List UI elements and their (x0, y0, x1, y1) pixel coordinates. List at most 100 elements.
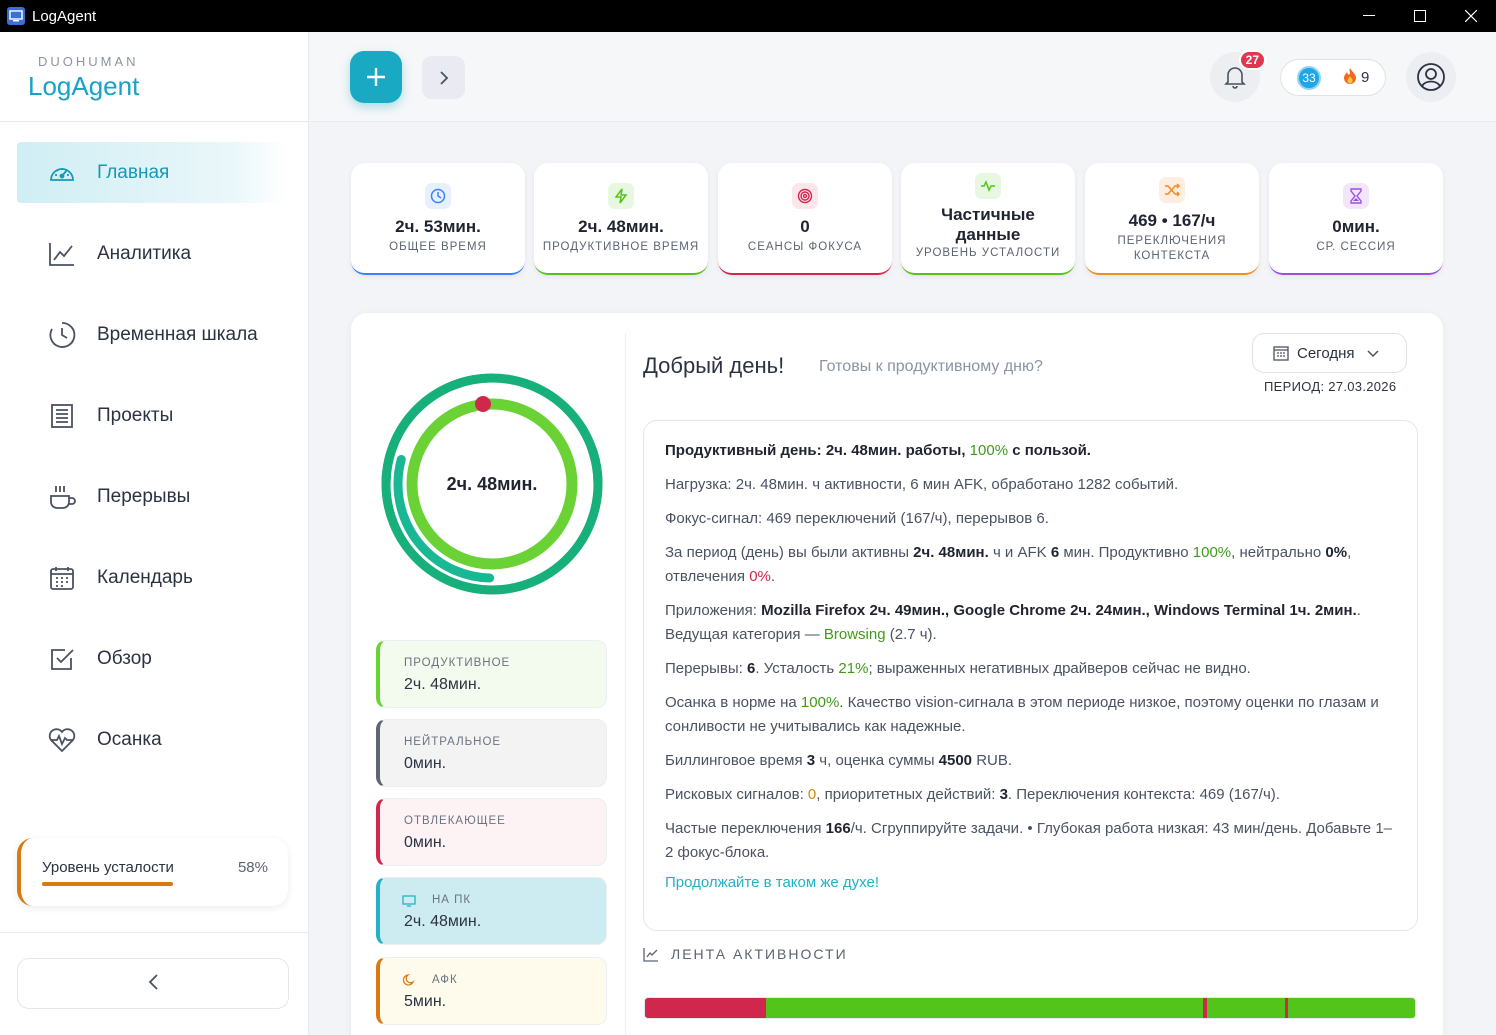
hourglass-icon (1343, 183, 1369, 209)
stat-caption: ПРОДУКТИВНОЕ ВРЕМЯ (542, 241, 700, 253)
category-label: НЕЙТРАЛЬНОЕ (404, 736, 502, 748)
category-productive[interactable]: ПРОДУКТИВНОЕ 2ч. 48мин. (376, 640, 607, 708)
category-label: ОТВЛЕКАЮЩЕЕ (404, 815, 506, 827)
add-button[interactable] (350, 51, 402, 103)
user-avatar-button[interactable] (1406, 52, 1456, 102)
fire-icon (1343, 67, 1357, 88)
stat-card-focus-sessions[interactable]: 0 СЕАНСЫ ФОКУСА (718, 163, 892, 275)
monitor-icon (402, 894, 416, 912)
stat-value: 0 (800, 217, 810, 236)
category-value: 2ч. 48мин. (404, 913, 482, 930)
collapse-sidebar-button[interactable] (17, 958, 289, 1009)
close-button[interactable] (1445, 0, 1496, 32)
calendar-icon (1273, 345, 1289, 361)
brand: DUOHUMAN LogAgent (28, 54, 139, 102)
calendar-icon (47, 563, 77, 593)
activity-feed-bar[interactable] (644, 997, 1416, 1019)
summary-risk: Рисковых сигналов: 0, приоритетных дейст… (665, 786, 1280, 803)
feed-segment-productive (1288, 998, 1415, 1018)
sidebar-item-timeline[interactable]: Временная шкала (17, 304, 287, 365)
category-value: 5мин. (404, 993, 447, 1010)
app-logo-icon (7, 7, 25, 25)
summary-apps: Приложения: Mozilla Firefox 2ч. 49мин., … (665, 602, 1361, 643)
category-value: 0мин. (404, 755, 447, 772)
sidebar-item-label: Осанка (97, 728, 162, 750)
stat-value: 2ч. 53мин. (395, 217, 481, 236)
summary-activity: За период (день) вы были активны 2ч. 48м… (665, 544, 1352, 585)
category-on-pc[interactable]: НА ПК 2ч. 48мин. (376, 877, 607, 945)
dashboard-panel: 2ч. 48мин. ПРОДУКТИВНОЕ 2ч. 48мин. НЕЙТР… (351, 313, 1443, 1035)
stat-card-productive-time[interactable]: 2ч. 48мин. ПРОДУКТИВНОЕ ВРЕМЯ (534, 163, 708, 275)
sidebar-item-label: Календарь (97, 566, 193, 588)
sidebar-item-projects[interactable]: Проекты (17, 385, 287, 446)
summary-breaks: Перерывы: 6. Усталость 21%; выраженных н… (665, 660, 1251, 677)
fatigue-level-card[interactable]: Уровень усталости 58% (17, 838, 288, 906)
period-select-value: Сегодня (1297, 344, 1355, 362)
panel-divider (625, 333, 626, 1035)
stat-caption: УРОВЕНЬ УСТАЛОСТИ (915, 247, 1061, 259)
bell-icon (1224, 67, 1246, 89)
category-afk[interactable]: АФК 5мин. (376, 957, 607, 1025)
category-neutral[interactable]: НЕЙТРАЛЬНОЕ 0мин. (376, 719, 607, 787)
daily-summary: Продуктивный день: 2ч. 48мин. работы, 10… (643, 420, 1418, 931)
sidebar-item-label: Аналитика (97, 242, 192, 264)
notifications-button[interactable]: 27 (1210, 50, 1266, 102)
period-select[interactable]: Сегодня (1252, 333, 1407, 373)
sidebar-item-posture[interactable]: Осанка (17, 709, 287, 770)
feed-segment-distracting (645, 998, 766, 1018)
brand-company: DUOHUMAN (38, 54, 139, 69)
sidebar-item-home[interactable]: Главная (17, 142, 287, 203)
sidebar-nav: Главная Аналитика Временная шкала Проект… (17, 142, 287, 790)
stat-card-fatigue[interactable]: Частичные данные УРОВЕНЬ УСТАЛОСТИ (901, 163, 1075, 275)
bolt-icon (608, 183, 634, 209)
fatigue-percent: 58% (237, 859, 268, 876)
stat-value: 2ч. 48мин. (578, 217, 664, 236)
sidebar-item-label: Обзор (97, 647, 152, 669)
coins-count: 33 (1297, 65, 1321, 90)
feed-segment-productive (766, 998, 1203, 1018)
rewards-pill[interactable]: 33 9 (1280, 59, 1386, 96)
category-label: НА ПК (432, 894, 472, 906)
activity-icon (975, 173, 1001, 199)
ring-center-value: 2ч. 48мин. (446, 473, 538, 494)
category-distracting[interactable]: ОТВЛЕКАЮЩЕЕ 0мин. (376, 798, 607, 866)
stat-value: 469 • 167/ч (1128, 211, 1216, 230)
expand-button[interactable] (422, 56, 465, 99)
sidebar-item-calendar[interactable]: Календарь (17, 547, 287, 608)
stat-card-context-switches[interactable]: 469 • 167/ч ПЕРЕКЛЮЧЕНИЯ КОНТЕКСТА (1085, 163, 1259, 275)
minimize-button[interactable] (1343, 0, 1394, 32)
feed-segment-productive (1207, 998, 1285, 1018)
gauge-icon (47, 158, 77, 188)
checkbox-icon (47, 644, 77, 674)
fatigue-label: Уровень усталости (42, 859, 174, 876)
stat-card-avg-session[interactable]: 0мин. СР. СЕССИЯ (1269, 163, 1443, 275)
coffee-icon (47, 482, 77, 512)
greeting-title: Добрый день! (643, 353, 785, 378)
summary-encouragement: Продолжайте в таком же духе! (665, 874, 879, 891)
shuffle-icon (1159, 177, 1185, 203)
sidebar-item-breaks[interactable]: Перерывы (17, 466, 287, 527)
category-label: АФК (432, 974, 458, 986)
period-label: ПЕРИОД: 27.03.2026 (1264, 379, 1397, 394)
stat-caption: ПЕРЕКЛЮЧЕНИЯ КОНТЕКСТА (1117, 235, 1227, 262)
clock-icon (425, 183, 451, 209)
chart-line-icon (47, 239, 77, 269)
time-ring-chart: 2ч. 48мин. (377, 369, 607, 599)
stat-card-total-time[interactable]: 2ч. 53мин. ОБЩЕЕ ВРЕМЯ (351, 163, 525, 275)
summary-switching: Частые переключения 166/ч. Сгруппируйте … (665, 820, 1392, 861)
summary-focus-signal: Фокус-сигнал: 469 переключений (167/ч), … (665, 510, 1049, 527)
clock-icon (47, 320, 77, 350)
top-header: 27 33 9 (310, 32, 1496, 122)
maximize-button[interactable] (1394, 0, 1445, 32)
window-title: LogAgent (32, 7, 97, 25)
document-icon (47, 401, 77, 431)
category-label: ПРОДУКТИВНОЕ (404, 657, 511, 669)
sidebar-item-review[interactable]: Обзор (17, 628, 287, 689)
summary-billing: Биллинговое время 3 ч, оценка суммы 4500… (665, 752, 1013, 769)
sidebar-item-analytics[interactable]: Аналитика (17, 223, 287, 284)
sidebar-item-label: Проекты (97, 404, 174, 426)
fatigue-progress-bar (42, 882, 173, 886)
stat-caption: ОБЩЕЕ ВРЕМЯ (389, 241, 487, 253)
chevron-down-icon (1366, 345, 1379, 362)
chart-line-icon (643, 947, 659, 962)
